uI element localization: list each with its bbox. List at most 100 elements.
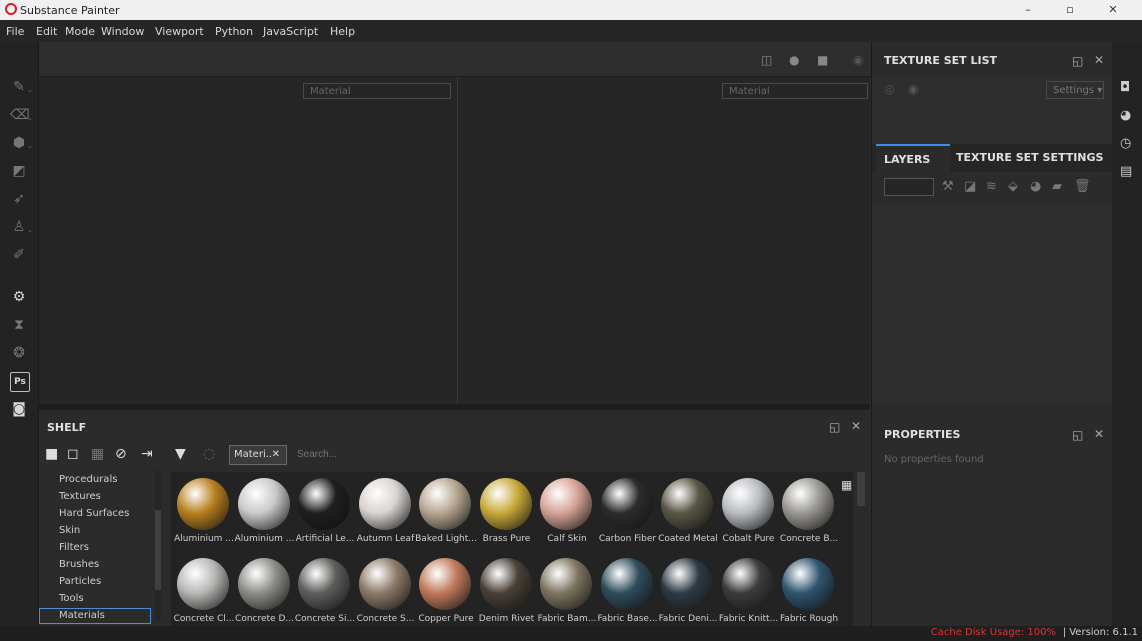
paint-brush-icon[interactable]: ✎ ⌄: [10, 78, 33, 96]
material-thumbnail[interactable]: Fabric Knitt...: [718, 556, 780, 624]
refresh-icon[interactable]: ◌: [203, 446, 215, 462]
material-thumbnail[interactable]: Calf Skin: [536, 476, 598, 544]
tsl-close-icon[interactable]: ✕: [1094, 53, 1104, 67]
properties-header: PROPERTIES ◱ ✕: [872, 414, 1112, 446]
export-icon[interactable]: ◙: [10, 400, 28, 418]
category-brushes[interactable]: Brushes: [59, 559, 99, 570]
smudge-icon[interactable]: ➶: [10, 190, 28, 208]
material-thumbnail[interactable]: Coated Metal: [657, 476, 719, 544]
material-thumbnail[interactable]: Carbon Fiber: [597, 476, 659, 544]
display-settings-icon[interactable]: ◕: [1120, 108, 1131, 123]
material-thumbnail[interactable]: Concrete B...: [778, 476, 840, 544]
tag-close-icon[interactable]: ✕: [272, 446, 280, 464]
properties-float-icon[interactable]: ◱: [1072, 428, 1083, 442]
viewer-settings-icon[interactable]: ◘: [1120, 80, 1130, 95]
viewport-left-material-field[interactable]: Material: [303, 83, 451, 99]
shelf-search-input[interactable]: [291, 445, 861, 465]
display-settings-icon[interactable]: ❂: [10, 344, 28, 362]
category-filters[interactable]: Filters: [59, 542, 89, 553]
category-scrollbar-thumb[interactable]: [155, 510, 161, 590]
material-picker-icon[interactable]: ✐: [10, 246, 28, 264]
grid-scrollbar-thumb[interactable]: [857, 472, 865, 506]
material-thumbnail[interactable]: Fabric Rough: [778, 556, 840, 624]
filter-icon[interactable]: ▼: [175, 446, 186, 462]
material-thumbnail[interactable]: Concrete Si...: [294, 556, 356, 624]
shelf-close-icon[interactable]: ✕: [851, 419, 861, 433]
material-thumbnail[interactable]: Fabric Deni...: [657, 556, 719, 624]
delete-icon[interactable]: 🗑: [1074, 179, 1091, 194]
material-thumbnail[interactable]: Fabric Bam...: [536, 556, 598, 624]
add-fill-layer-icon[interactable]: ≋: [986, 179, 997, 194]
category-hard-surfaces[interactable]: Hard Surfaces: [59, 508, 129, 519]
viewport-3d[interactable]: Material: [39, 77, 457, 404]
category-materials[interactable]: Materials: [39, 608, 151, 624]
layers-list[interactable]: [872, 204, 1112, 404]
screenshot-icon[interactable]: ◉: [853, 53, 863, 67]
eye-icon[interactable]: ◉: [908, 82, 918, 96]
menu-help[interactable]: Help: [330, 25, 355, 38]
hourglass-icon[interactable]: ⧗: [10, 316, 28, 334]
smart-material-icon[interactable]: ◕: [1030, 179, 1041, 194]
category-procedurals[interactable]: Procedurals: [59, 474, 117, 485]
shelf-float-icon[interactable]: ◱: [829, 420, 840, 434]
folder-icon[interactable]: ■: [45, 446, 58, 462]
properties-close-icon[interactable]: ✕: [1094, 427, 1104, 441]
menu-mode[interactable]: Mode: [65, 25, 95, 38]
viewport-2d[interactable]: Material: [458, 77, 870, 404]
material-thumbnail[interactable]: Aluminium ...: [173, 476, 235, 544]
polygon-fill-icon[interactable]: ◩: [10, 162, 28, 180]
material-thumbnail[interactable]: Concrete D...: [234, 556, 296, 624]
eraser-icon[interactable]: ⌫ ⌄: [10, 106, 33, 124]
tab-layers[interactable]: LAYERS ✕: [876, 144, 950, 194]
projection-icon[interactable]: ⬢ ⌄: [10, 134, 33, 152]
material-thumbnail[interactable]: Cobalt Pure: [718, 476, 780, 544]
material-thumbnail[interactable]: Brass Pure: [476, 476, 538, 544]
shelf-filter-tag[interactable]: Materi.. ✕: [229, 445, 287, 465]
layer-blend-field[interactable]: [884, 178, 934, 196]
camera-icon[interactable]: ■: [817, 53, 828, 67]
viewport-right-material-field[interactable]: Material: [722, 83, 868, 99]
category-particles[interactable]: Particles: [59, 576, 101, 587]
environment-icon[interactable]: ●: [789, 53, 799, 67]
category-textures[interactable]: Textures: [59, 491, 101, 502]
calendar-icon[interactable]: ▦: [91, 446, 104, 462]
add-mask-icon[interactable]: ◪: [964, 179, 976, 194]
bake-icon[interactable]: ⚙: [10, 288, 28, 306]
close-window-button[interactable]: ✕: [1103, 3, 1123, 16]
clone-stamp-icon[interactable]: ♙ ⌄: [10, 218, 33, 236]
menu-window[interactable]: Window: [101, 25, 144, 38]
tsl-settings-dropdown[interactable]: Settings ▾: [1046, 81, 1104, 99]
paint-bucket-icon[interactable]: ⬙: [1008, 179, 1018, 194]
menu-python[interactable]: Python: [215, 25, 253, 38]
maximize-button[interactable]: ▫: [1060, 3, 1080, 16]
category-skin[interactable]: Skin: [59, 525, 80, 536]
category-tools[interactable]: Tools: [59, 593, 84, 604]
hide-icon[interactable]: ⊘: [115, 446, 127, 462]
menu-javascript[interactable]: JavaScript: [263, 25, 318, 38]
material-thumbnail[interactable]: Copper Pure: [415, 556, 477, 624]
new-shelf-icon[interactable]: ◻: [67, 446, 79, 462]
menu-viewport[interactable]: Viewport: [155, 25, 204, 38]
menu-edit[interactable]: Edit: [36, 25, 57, 38]
photoshop-icon[interactable]: Ps: [10, 372, 30, 392]
tsl-float-icon[interactable]: ◱: [1072, 54, 1083, 68]
material-thumbnail[interactable]: Denim Rivet: [476, 556, 538, 624]
material-thumbnail[interactable]: Autumn Leaf: [355, 476, 417, 544]
add-folder-icon[interactable]: ▰: [1052, 179, 1062, 194]
minimize-button[interactable]: –: [1018, 3, 1038, 16]
material-thumbnail[interactable]: Fabric Base...: [597, 556, 659, 624]
visibility-solo-icon[interactable]: ◎: [884, 82, 894, 96]
split-view-icon[interactable]: ◫: [761, 53, 772, 67]
tab-texture-set-settings[interactable]: TEXTURE SET SETTINGS: [956, 144, 1103, 172]
material-thumbnail[interactable]: Artificial Le...: [294, 476, 356, 544]
menu-file[interactable]: File: [6, 25, 24, 38]
grid-view-icon[interactable]: ▦: [841, 478, 852, 492]
add-effect-icon[interactable]: ⚒: [942, 179, 954, 194]
log-icon[interactable]: ▤: [1120, 164, 1132, 179]
import-icon[interactable]: ⇥: [141, 446, 153, 462]
history-icon[interactable]: ◷: [1120, 136, 1131, 151]
material-thumbnail[interactable]: Concrete Cl...: [173, 556, 235, 624]
material-thumbnail[interactable]: Baked Light...: [415, 476, 477, 544]
material-thumbnail[interactable]: Concrete S...: [355, 556, 417, 624]
material-thumbnail[interactable]: Aluminium ...: [234, 476, 296, 544]
